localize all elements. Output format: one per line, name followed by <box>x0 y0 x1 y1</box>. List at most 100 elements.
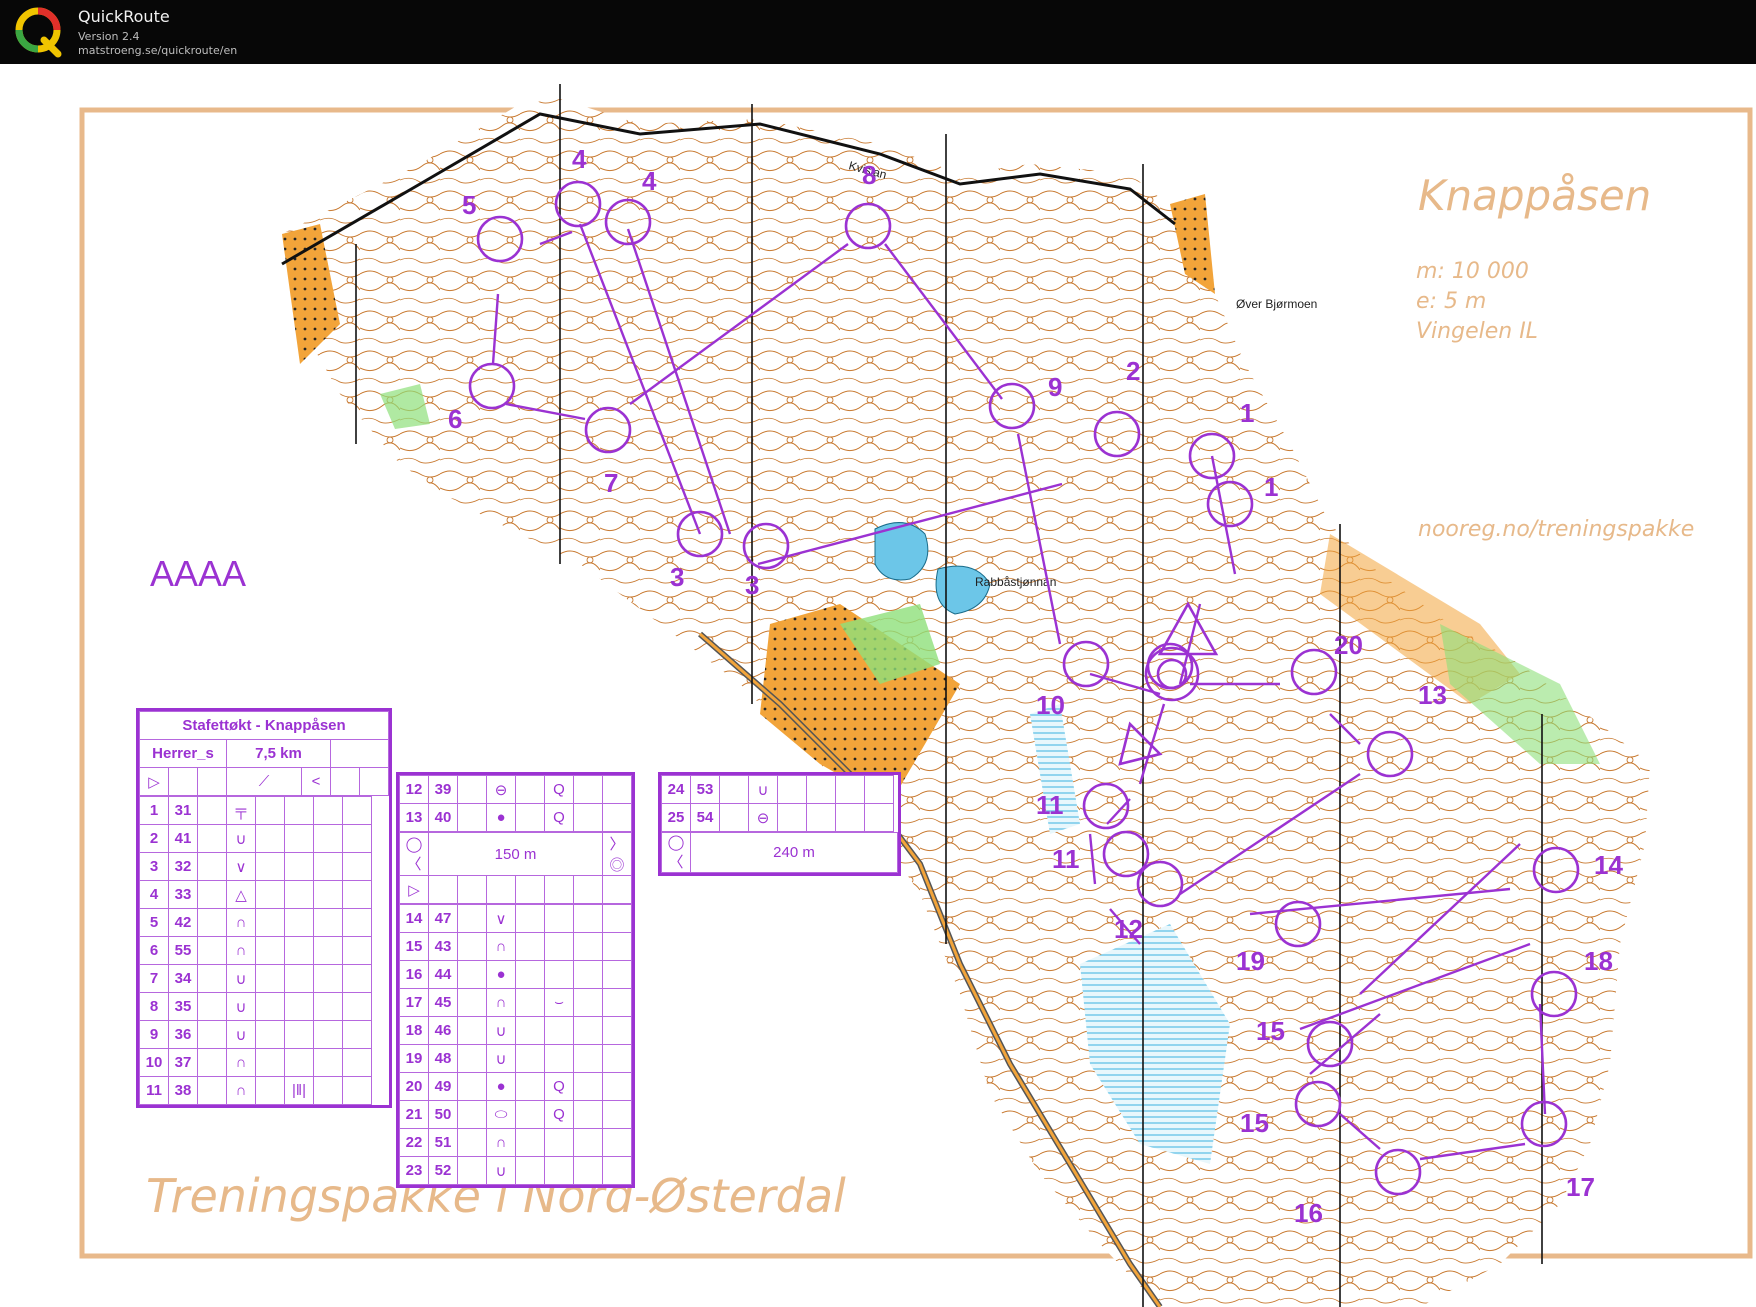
detail-symbol <box>284 908 314 937</box>
detail-symbol <box>544 1128 574 1157</box>
app-url[interactable]: matstroeng.se/quickroute/en <box>78 44 237 57</box>
control-number: 6 <box>448 404 462 434</box>
control-number: 14 <box>1594 850 1623 880</box>
control-number: 2 <box>1126 356 1140 386</box>
description-row: 14 47 ∨ <box>399 904 632 933</box>
control-number: 4 <box>572 144 587 174</box>
orienteering-map[interactable]: Knappåsen m: 10 000 e: 5 m Vingelen IL n… <box>0 64 1756 1307</box>
control-sequence: 19 <box>399 1044 429 1073</box>
control-sequence: 13 <box>399 803 429 832</box>
control-code: 36 <box>168 1020 198 1049</box>
detail-symbol <box>544 1156 574 1185</box>
control-code: 51 <box>428 1128 458 1157</box>
col-g <box>313 1048 343 1077</box>
description-row: 2 41 ∪ <box>139 824 372 853</box>
description-row: 7 34 ∪ <box>139 964 372 993</box>
detail-symbol <box>284 1048 314 1077</box>
description-row: 1 31 ╤ <box>139 796 372 825</box>
description-row: 6 55 ∩ <box>139 936 372 965</box>
col-g <box>573 1156 603 1185</box>
control-code: 31 <box>168 796 198 825</box>
feature-symbol: ● <box>486 803 516 832</box>
col-c <box>197 908 227 937</box>
col-e <box>255 824 285 853</box>
map-viewer[interactable]: Knappåsen m: 10 000 e: 5 m Vingelen IL n… <box>0 64 1756 1307</box>
place-name: Øver Bjørmoen <box>1236 297 1317 311</box>
description-row: 9 36 ∪ <box>139 1020 372 1049</box>
control-sequence: 21 <box>399 1100 429 1129</box>
detail-symbol <box>284 992 314 1021</box>
col-h <box>342 1076 372 1105</box>
description-row: 8 35 ∪ <box>139 992 372 1021</box>
control-number: 8 <box>862 160 876 190</box>
col-g <box>573 932 603 961</box>
col-h <box>602 1128 632 1157</box>
control-number: 4 <box>642 166 657 196</box>
col-c <box>457 1156 487 1185</box>
control-number: 11 <box>1052 844 1080 874</box>
description-row: 19 48 ∪ <box>399 1044 632 1073</box>
description-row: 24 53 ∪ <box>661 775 894 804</box>
place-name: Rabbåstjønnan <box>975 575 1056 589</box>
col-c <box>197 936 227 965</box>
col-h <box>602 1156 632 1185</box>
description-sheet-part1: Stafettøkt - Knappåsen Herrer_s 7,5 km ▷… <box>136 708 392 1108</box>
col-c <box>197 880 227 909</box>
control-sequence: 22 <box>399 1128 429 1157</box>
description-row: 15 43 ∩ <box>399 932 632 961</box>
detail-symbol <box>284 796 314 825</box>
feature-symbol: ● <box>486 1072 516 1101</box>
control-number: 18 <box>1584 946 1613 976</box>
col-e <box>255 964 285 993</box>
col-c <box>197 992 227 1021</box>
col-e <box>777 775 807 804</box>
col-e <box>255 1020 285 1049</box>
col-g <box>573 803 603 832</box>
app-name: QuickRoute <box>78 7 170 26</box>
description-rows-part3: 24 53 ∪ 25 54 ⊖ <box>661 775 894 832</box>
col-c <box>197 824 227 853</box>
col-c <box>457 1016 487 1045</box>
control-number: 19 <box>1236 946 1265 976</box>
col-e <box>255 796 285 825</box>
col-c <box>197 796 227 825</box>
col-e <box>515 1100 545 1129</box>
control-code: 38 <box>168 1076 198 1105</box>
detail-symbol: Q <box>544 1100 574 1129</box>
control-code: 34 <box>168 964 198 993</box>
feature-symbol: △ <box>226 880 256 909</box>
col-c <box>197 1048 227 1077</box>
control-code: 39 <box>428 775 458 804</box>
col-h <box>342 1048 372 1077</box>
col-e <box>515 960 545 989</box>
control-sequence: 17 <box>399 988 429 1017</box>
control-code: 41 <box>168 824 198 853</box>
col-h <box>342 936 372 965</box>
detail-symbol <box>284 936 314 965</box>
control-code: 47 <box>428 904 458 933</box>
col-h <box>602 1072 632 1101</box>
col-g <box>573 1016 603 1045</box>
col-e <box>515 988 545 1017</box>
feature-symbol: ⬭ <box>486 1100 516 1129</box>
col-e <box>515 1156 545 1185</box>
feature-symbol: ∩ <box>226 936 256 965</box>
course-label: AAAA <box>150 553 246 594</box>
col-g <box>573 988 603 1017</box>
control-code: 44 <box>428 960 458 989</box>
feature-symbol: ∩ <box>226 1048 256 1077</box>
leg-start-icon: ◯〈 <box>399 832 429 876</box>
control-code: 45 <box>428 988 458 1017</box>
col-h <box>342 852 372 881</box>
col-h <box>602 1044 632 1073</box>
detail-symbol: |‖| <box>284 1076 314 1105</box>
control-sequence: 15 <box>399 932 429 961</box>
col-c <box>719 775 749 804</box>
col-g <box>573 1072 603 1101</box>
control-code: 42 <box>168 908 198 937</box>
col-c <box>457 904 487 933</box>
col-h <box>342 992 372 1021</box>
col-e <box>515 904 545 933</box>
col-c <box>457 1072 487 1101</box>
col-c <box>719 803 749 832</box>
